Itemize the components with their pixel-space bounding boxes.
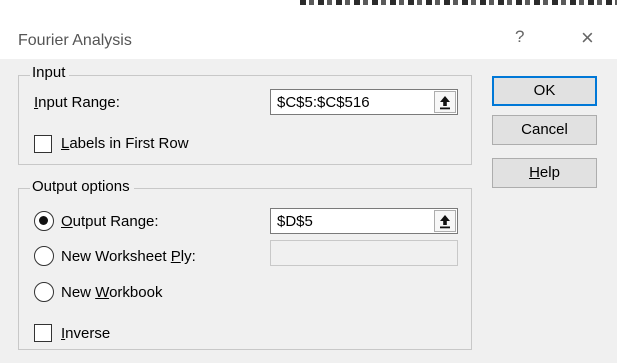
inverse-checkbox[interactable] [34, 324, 52, 342]
close-icon[interactable]: × [581, 25, 594, 51]
output-range-field[interactable]: $D$5 [270, 208, 458, 234]
output-group-legend: Output options [30, 178, 134, 195]
cancel-button[interactable]: Cancel [492, 115, 597, 145]
labels-first-row-label: Labels in First Row [61, 135, 189, 152]
input-range-label: Input Range: [34, 94, 120, 111]
input-range-value: $C$5:$C$516 [277, 94, 370, 111]
ok-button[interactable]: OK [492, 76, 597, 106]
new-workbook-radio[interactable] [34, 282, 54, 302]
new-worksheet-radio[interactable] [34, 246, 54, 266]
output-range-value: $D$5 [277, 213, 313, 230]
collapse-dialog-icon[interactable] [434, 91, 456, 113]
new-workbook-label: New Workbook [61, 284, 163, 301]
radio-selected-dot [39, 216, 48, 225]
help-icon[interactable]: ? [515, 27, 524, 47]
input-range-field[interactable]: $C$5:$C$516 [270, 89, 458, 115]
collapse-dialog-icon[interactable] [434, 210, 456, 232]
new-worksheet-field [270, 240, 458, 266]
dialog-title: Fourier Analysis [18, 32, 132, 49]
title-bar: Fourier Analysis ? × [0, 5, 617, 59]
help-button[interactable]: Help [492, 158, 597, 188]
labels-first-row-checkbox[interactable] [34, 135, 52, 153]
output-range-label: Output Range: [61, 213, 159, 230]
input-group-legend: Input [30, 64, 70, 81]
output-range-radio[interactable] [34, 211, 54, 231]
new-worksheet-label: New Worksheet Ply: [61, 248, 196, 265]
inverse-label: Inverse [61, 325, 111, 342]
